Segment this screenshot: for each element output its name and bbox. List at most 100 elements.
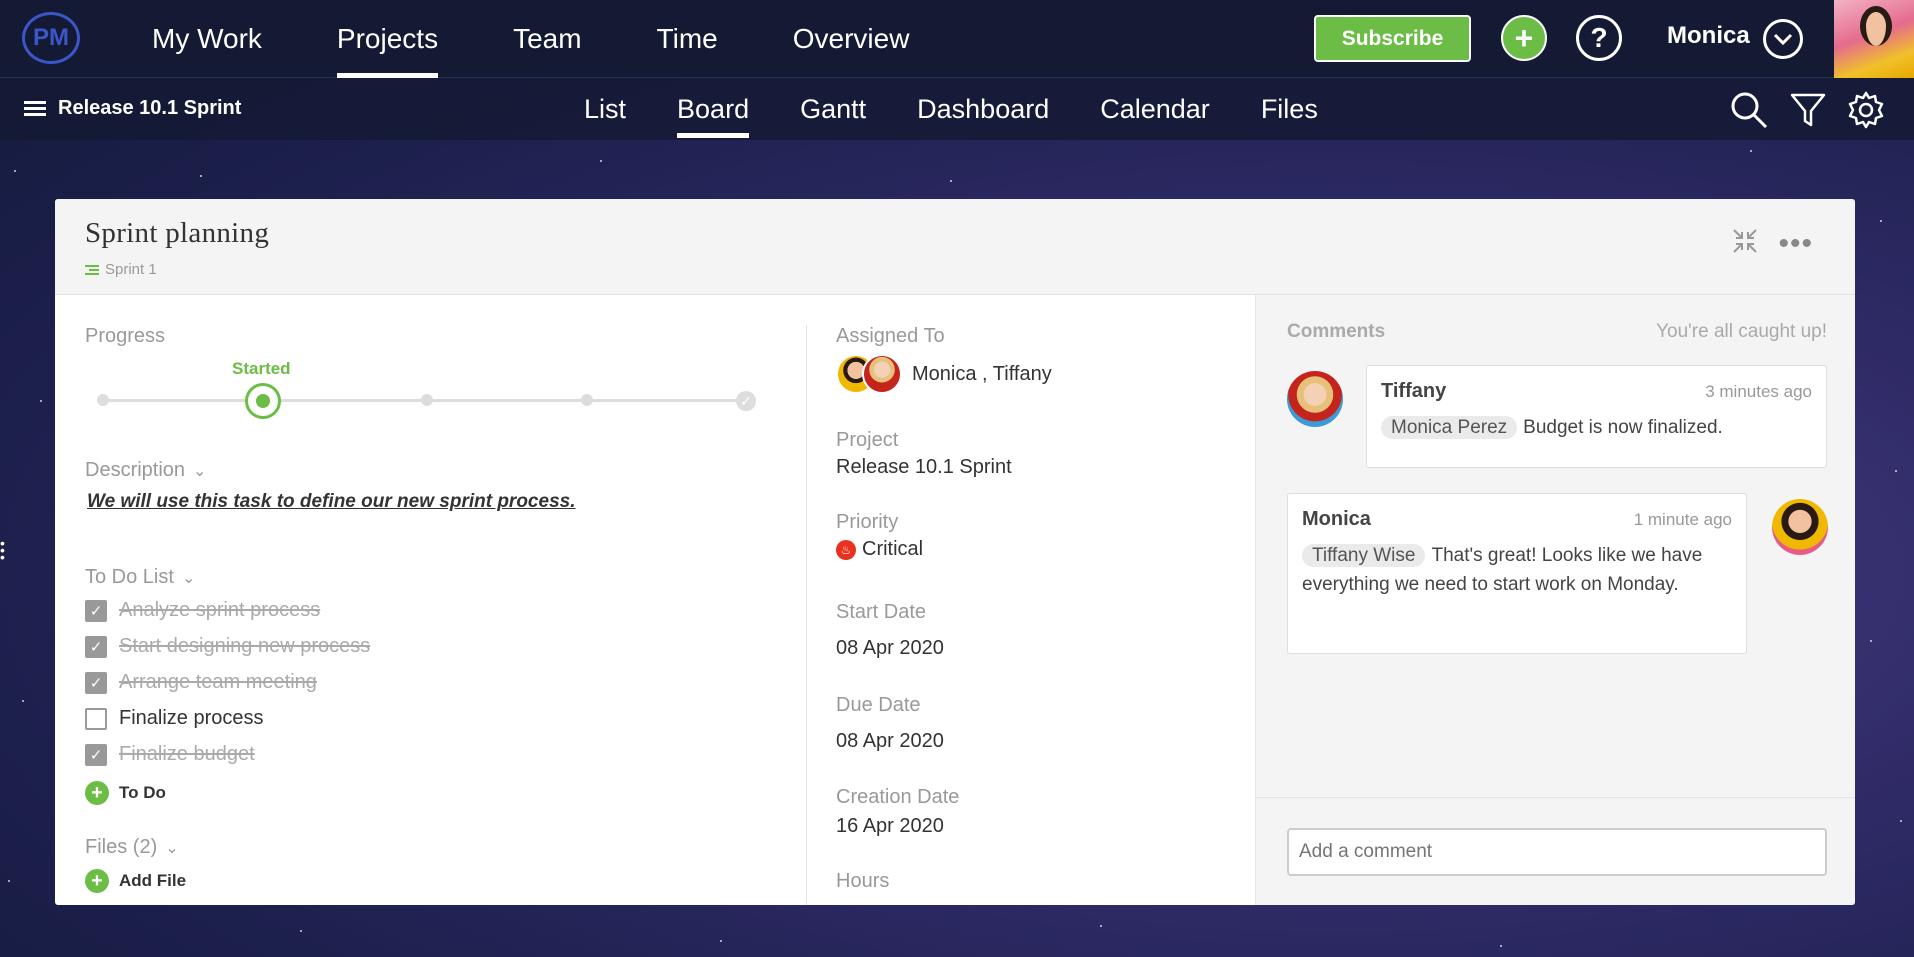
todo-checkbox[interactable] <box>85 707 107 730</box>
assignees-field[interactable]: Monica , Tiffany <box>836 354 1052 394</box>
nav-time[interactable]: Time <box>657 0 718 78</box>
subscribe-button[interactable]: Subscribe <box>1314 15 1471 62</box>
todo-item[interactable]: ✓ Arrange team meeting <box>85 671 317 694</box>
sprint-label: Sprint 1 <box>105 261 157 278</box>
nav-overview[interactable]: Overview <box>793 0 910 78</box>
todo-item[interactable]: ✓ Analyze sprint process <box>85 599 320 622</box>
creation-date-value: 16 Apr 2020 <box>836 815 944 837</box>
project-value[interactable]: Release 10.1 Sprint <box>836 456 1012 479</box>
question-icon: ? <box>1590 22 1608 53</box>
progress-label: Progress <box>85 325 166 347</box>
comment-divider <box>1256 797 1855 798</box>
project-subnav-bar: Release 10.1 Sprint List Board Gantt Das… <box>0 78 1914 140</box>
tab-dashboard[interactable]: Dashboard <box>917 78 1049 140</box>
todo-checkbox[interactable]: ✓ <box>85 743 107 766</box>
chevron-down-icon: ⌄ <box>181 569 196 587</box>
tab-files[interactable]: Files <box>1261 78 1318 140</box>
user-name[interactable]: Monica <box>1667 22 1750 50</box>
nav-team[interactable]: Team <box>513 0 581 78</box>
comment-time: 1 minute ago <box>1633 510 1732 529</box>
pm-logo[interactable]: PM <box>22 12 80 64</box>
comment-item: Monica 1 minute ago Tiffany Wise That's g… <box>1287 493 1747 654</box>
sprint-icon <box>85 263 99 277</box>
more-options-icon[interactable]: ••• <box>1778 227 1813 261</box>
todo-item[interactable]: Finalize process <box>85 707 264 730</box>
top-navigation-bar: PM My Work Projects Team Time Overview S… <box>0 0 1914 78</box>
task-detail-card: Sprint planning Sprint 1 ••• Progress St… <box>55 199 1855 905</box>
help-button[interactable]: ? <box>1576 15 1622 61</box>
plus-icon: + <box>1514 19 1534 56</box>
search-button[interactable] <box>1729 90 1769 130</box>
todo-item[interactable]: ✓ Start designing new process <box>85 635 370 658</box>
filter-button[interactable] <box>1788 90 1828 130</box>
comment-avatar-monica <box>1772 499 1828 555</box>
progress-step-complete[interactable]: ✓ <box>736 391 756 411</box>
add-comment-input[interactable] <box>1287 828 1827 876</box>
filter-icon <box>1790 93 1826 127</box>
start-date-value[interactable]: 08 Apr 2020 <box>836 637 944 660</box>
tab-gantt[interactable]: Gantt <box>800 78 866 140</box>
comment-text: Tiffany Wise That's great! Looks like we … <box>1302 541 1732 599</box>
progress-step-3[interactable] <box>421 394 433 406</box>
due-date-label: Due Date <box>836 694 921 716</box>
comments-panel: Comments You're all caught up! Tiffany 3… <box>1255 295 1855 905</box>
mention-tag[interactable]: Monica Perez <box>1381 416 1518 439</box>
todo-text: Arrange team meeting <box>119 671 317 693</box>
side-drag-handle[interactable]: • • • <box>0 536 5 564</box>
description-label: Description <box>85 459 186 481</box>
start-date-label: Start Date <box>836 601 927 623</box>
todo-list-label: To Do List <box>85 566 174 588</box>
add-todo-button[interactable]: + To Do <box>85 781 166 805</box>
description-toggle[interactable]: Description ⌄ <box>85 459 206 482</box>
collapse-icon[interactable] <box>1732 228 1758 261</box>
tab-board[interactable]: Board <box>677 78 750 140</box>
add-file-button[interactable]: + Add File <box>85 869 186 893</box>
todo-text: Analyze sprint process <box>119 599 321 621</box>
priority-field[interactable]: ♨ Critical <box>836 538 923 561</box>
progress-step-4[interactable] <box>581 394 593 406</box>
comment-time: 3 minutes ago <box>1705 382 1812 401</box>
task-main-column: Progress Started ✓ Description ⌄ We will… <box>85 295 785 905</box>
nav-my-work[interactable]: My Work <box>152 0 262 78</box>
hamburger-menu-icon <box>24 98 46 119</box>
tab-calendar[interactable]: Calendar <box>1100 78 1210 140</box>
comment-item: Tiffany 3 minutes ago Monica Perez Budget… <box>1366 365 1827 468</box>
todo-checkbox[interactable]: ✓ <box>85 671 107 694</box>
task-title[interactable]: Sprint planning <box>85 217 269 250</box>
comments-status: You're all caught up! <box>1656 321 1827 342</box>
project-switcher[interactable]: Release 10.1 Sprint <box>24 97 241 120</box>
description-text[interactable]: We will use this task to define our new … <box>87 491 575 513</box>
hours-label: Hours <box>836 870 890 892</box>
todo-text: Start designing new process <box>119 635 371 657</box>
check-icon: ✓ <box>740 392 752 409</box>
add-new-button[interactable]: + <box>1501 15 1547 61</box>
user-avatar[interactable] <box>1834 0 1914 78</box>
files-label: Files (2) <box>85 836 158 858</box>
chevron-down-icon: ⌄ <box>193 462 207 480</box>
mention-tag[interactable]: Tiffany Wise <box>1302 544 1426 567</box>
task-sprint[interactable]: Sprint 1 <box>85 261 157 278</box>
task-details-column: Assigned To Monica , Tiffany Project Rel… <box>836 295 1236 905</box>
assigned-to-label: Assigned To <box>836 325 945 347</box>
nav-projects[interactable]: Projects <box>336 0 439 78</box>
tab-list[interactable]: List <box>584 78 626 140</box>
progress-step-1[interactable] <box>97 394 109 406</box>
settings-button[interactable] <box>1846 90 1886 130</box>
files-toggle[interactable]: Files (2) ⌄ <box>85 836 179 859</box>
todo-checkbox[interactable]: ✓ <box>85 635 107 658</box>
user-menu-button[interactable] <box>1763 19 1803 59</box>
todo-text: Finalize process <box>119 707 264 729</box>
priority-value: Critical <box>862 538 924 560</box>
flame-icon: ♨ <box>836 539 856 560</box>
todo-checkbox[interactable]: ✓ <box>85 599 107 622</box>
chevron-down-icon: ⌄ <box>165 839 179 857</box>
progress-step-current[interactable] <box>245 383 281 419</box>
project-label: Project <box>836 429 899 451</box>
due-date-value[interactable]: 08 Apr 2020 <box>836 730 944 753</box>
search-icon <box>1731 92 1768 129</box>
todo-item[interactable]: ✓ Finalize budget <box>85 743 255 766</box>
comment-text: Monica Perez Budget is now finalized. <box>1381 413 1812 442</box>
todo-list-toggle[interactable]: To Do List ⌄ <box>85 566 195 589</box>
chevron-down-icon <box>1773 33 1793 46</box>
comment-body: Budget is now finalized. <box>1523 417 1723 438</box>
